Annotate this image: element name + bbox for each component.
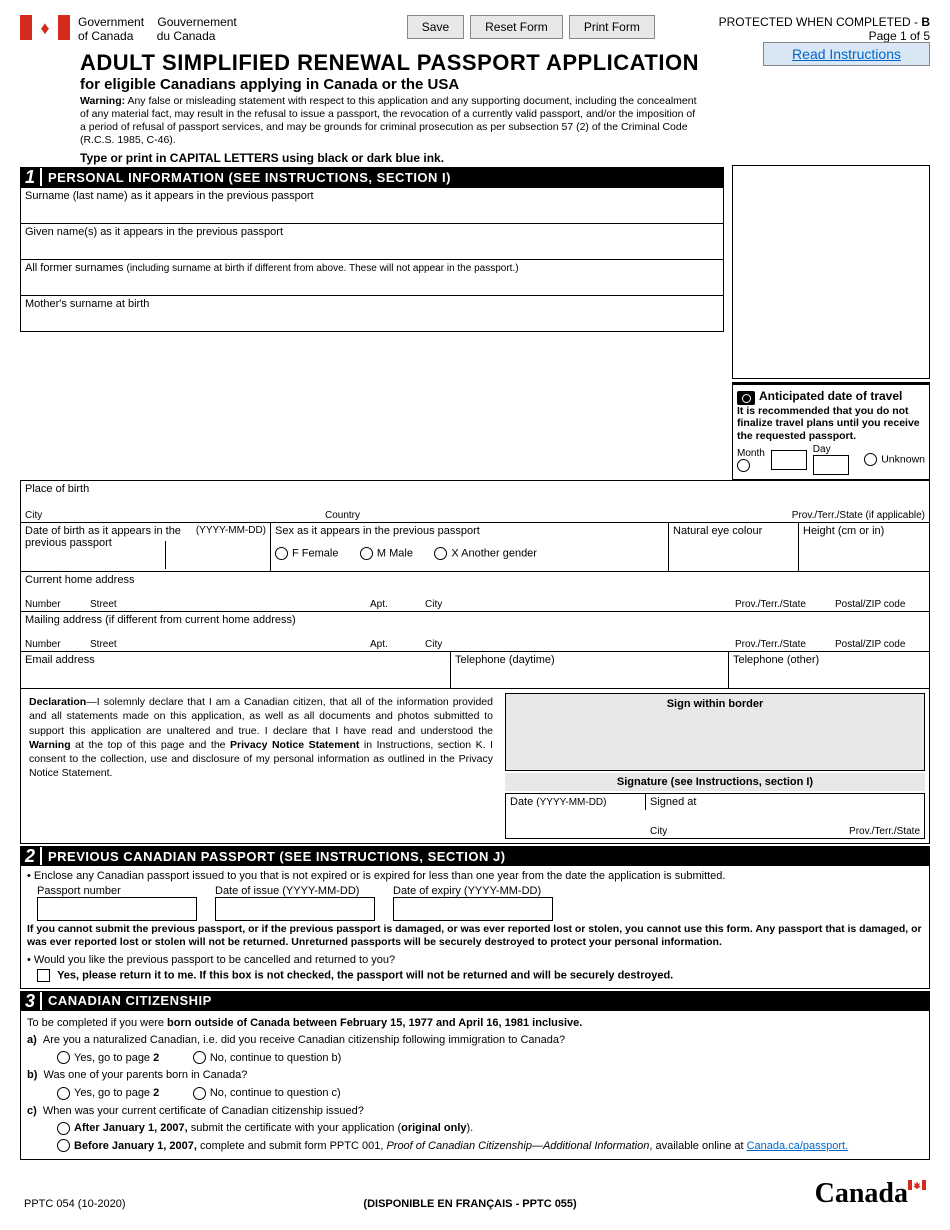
camera-icon [737, 391, 755, 405]
q-b-no-radio[interactable] [193, 1087, 206, 1100]
travel-unknown-radio[interactable] [864, 453, 877, 466]
gov-label: Government Gouvernement of Canada du Can… [78, 15, 237, 44]
section-2-header: 2 PREVIOUS CANADIAN PASSPORT (SEE INSTRU… [20, 846, 930, 866]
pob-city-label: City [25, 510, 325, 521]
q-c-after-radio[interactable] [57, 1122, 70, 1135]
pob-field[interactable]: Place of birth [21, 480, 929, 496]
sec2-cannot: If you cannot submit the previous passpo… [27, 923, 923, 949]
warning-text: Warning: Any false or misleading stateme… [80, 95, 700, 148]
section-3-header: 3 CANADIAN CITIZENSHIP [20, 991, 930, 1011]
reset-button[interactable]: Reset Form [470, 15, 563, 39]
tel-other-field[interactable]: Telephone (other) [729, 652, 929, 688]
date-issue-input[interactable] [215, 897, 375, 921]
sex-label: Sex as it appears in the previous passpo… [275, 525, 664, 537]
travel-month-radio[interactable] [737, 459, 750, 472]
sex-female-radio[interactable] [275, 547, 288, 560]
sex-male-radio[interactable] [360, 547, 373, 560]
travel-box: Anticipated date of travel It is recomme… [732, 382, 930, 480]
form-subtitle: for eligible Canadians applying in Canad… [80, 76, 763, 93]
eye-colour-field[interactable]: Natural eye colour [669, 523, 799, 571]
sig-date-field[interactable]: Date (YYYY-MM-DD) [506, 794, 646, 810]
travel-month-input[interactable] [771, 450, 807, 470]
signature-label: Signature (see Instructions, section I) [505, 773, 925, 791]
read-instructions-button[interactable]: Read Instructions [763, 42, 930, 66]
mailing-address-label: Mailing address (if different from curre… [21, 611, 929, 627]
given-names-field[interactable]: Given name(s) as it appears in the previ… [21, 223, 723, 259]
canada-wordmark: Canada [815, 1178, 926, 1210]
french-note: (DISPONIBLE EN FRANÇAIS - PPTC 055) [363, 1198, 576, 1210]
protected-label: PROTECTED WHEN COMPLETED - B Page 1 of 5 [719, 15, 930, 43]
dob-field[interactable]: Date of birth as it appears in the previ… [21, 523, 271, 571]
sec3-intro: To be completed if you were born outside… [27, 1015, 923, 1033]
home-address-label: Current home address [21, 571, 929, 587]
travel-day-input[interactable] [813, 455, 849, 475]
sec2-bullet1: • Enclose any Canadian passport issued t… [27, 870, 923, 882]
section-1-header: 1 PERSONAL INFORMATION (SEE INSTRUCTIONS… [20, 167, 724, 187]
q-b-yes-radio[interactable] [57, 1087, 70, 1100]
date-expiry-input[interactable] [393, 897, 553, 921]
mother-surname-field[interactable]: Mother's surname at birth [21, 295, 723, 331]
sex-another-radio[interactable] [434, 547, 447, 560]
print-button[interactable]: Print Form [569, 15, 655, 39]
canada-flag-icon: ♦ [20, 15, 70, 40]
form-number: PPTC 054 (10-2020) [24, 1198, 126, 1210]
passport-number-input[interactable] [37, 897, 197, 921]
declaration-text: Declaration—I solemnly declare that I am… [21, 689, 501, 843]
pob-prov-label: Prov./Terr./State (if applicable) [792, 510, 925, 521]
form-title: ADULT SIMPLIFIED RENEWAL PASSPORT APPLIC… [80, 50, 763, 76]
q-c-before-radio[interactable] [57, 1139, 70, 1152]
pob-country-label: Country [325, 510, 792, 521]
email-field[interactable]: Email address [21, 652, 451, 688]
photo-box [732, 165, 930, 379]
signed-at-field[interactable]: Signed at [646, 794, 924, 810]
tel-daytime-field[interactable]: Telephone (daytime) [451, 652, 729, 688]
type-note: Type or print in CAPITAL LETTERS using b… [80, 151, 444, 165]
surname-field[interactable]: Surname (last name) as it appears in the… [21, 187, 723, 223]
height-field[interactable]: Height (cm or in) [799, 523, 929, 571]
q-a-no-radio[interactable] [193, 1051, 206, 1064]
return-passport-checkbox[interactable] [37, 969, 50, 982]
sec2-bullet2: • Would you like the previous passport t… [27, 954, 923, 966]
save-button[interactable]: Save [407, 15, 464, 39]
canada-passport-link[interactable]: Canada.ca/passport. [747, 1140, 849, 1152]
signature-box[interactable]: Sign within border [505, 693, 925, 771]
former-surnames-field[interactable]: All former surnames (including surname a… [21, 259, 723, 295]
q-a-yes-radio[interactable] [57, 1051, 70, 1064]
